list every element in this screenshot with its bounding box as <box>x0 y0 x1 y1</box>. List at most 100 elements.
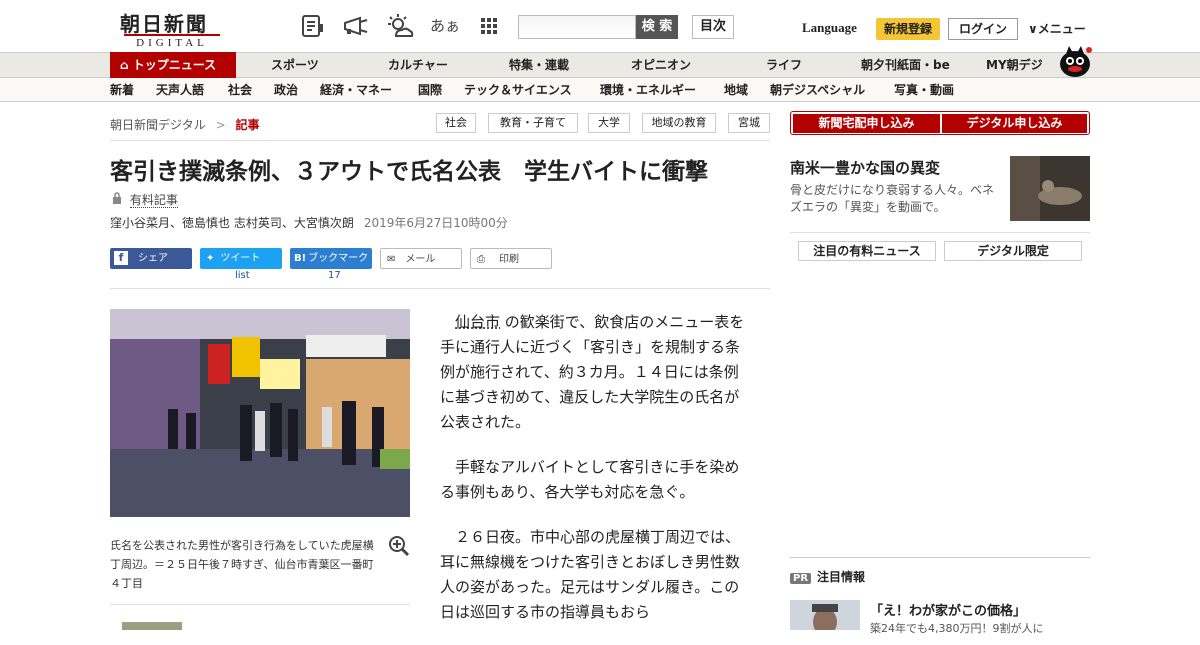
paragraph: 手軽なアルバイトとして客引きに手を染める事例もあり、各大学も対応を急ぐ。 <box>440 458 740 501</box>
sendai-link[interactable]: 仙台市 <box>455 313 500 331</box>
print-button[interactable]: ⎙ 印刷 <box>470 248 552 269</box>
share-label: シェア <box>138 253 168 264</box>
hatena-icon: B! <box>294 253 307 264</box>
pr-title[interactable]: 「え！わが家がこの価格」 <box>870 600 1026 619</box>
paragraph: ２６日夜。市中心部の虎屋横丁周辺では、耳に無線機をつけた客引きとおぼしき男性数人… <box>440 528 741 621</box>
divider <box>790 557 1090 558</box>
pr-badge: PR <box>790 573 812 584</box>
feature-thumbnail[interactable] <box>1010 156 1090 221</box>
nav-label: トップニュース <box>132 58 217 72</box>
feature-title[interactable]: 南米一豊かな国の異変 <box>790 157 940 178</box>
mail-label: メール <box>405 254 436 265</box>
article-body: 仙台市 の歓楽街で、飲食店のメニュー表を手に通行人に近づく「客引き」を規制する条… <box>440 310 750 645</box>
primary-nav: ⌂ トップニュース スポーツ カルチャー 特集・連載 オピニオン ライフ 朝夕刊… <box>0 52 1200 78</box>
pr-thumbnail[interactable] <box>790 600 860 636</box>
site-header: 朝日新聞 DIGITAL あぁ 検 索 目次 Language 新規登録 ログイ… <box>0 0 1200 52</box>
nav-tenseijingo[interactable]: 天声人語 <box>156 78 204 102</box>
toc-button[interactable]: 目次 <box>692 15 734 39</box>
print-icon: ⎙ <box>477 254 485 265</box>
pr-heading-label: 注目情報 <box>817 570 866 584</box>
digital-subscribe-button[interactable]: デジタル申し込み <box>942 114 1087 133</box>
mail-icon: ✉ <box>387 254 396 265</box>
nav-environment[interactable]: 環境・エネルギー <box>600 78 696 102</box>
feature-subtitle: 骨と皮だけになり衰弱する人々。ベネズエラの「異変」を動画で。 <box>790 183 995 214</box>
logo-text: 朝日新聞 <box>120 12 208 36</box>
byline: 窪小谷菜月、徳島慎也 志村英司、大宮慎次朗 2019年6月27日10時00分 <box>110 214 508 231</box>
nav-culture[interactable]: カルチャー <box>388 53 448 77</box>
authors: 窪小谷菜月、徳島慎也 志村英司、大宮慎次朗 <box>110 216 354 230</box>
home-icon: ⌂ <box>120 58 129 72</box>
nav-special[interactable]: 朝デジスペシャル <box>770 78 865 102</box>
facebook-icon: f <box>114 251 128 265</box>
chevron-down-icon: ∨ <box>1028 22 1038 36</box>
tag-education[interactable]: 教育・子育て <box>488 113 578 133</box>
language-link[interactable]: Language <box>802 20 857 36</box>
nav-newspaper[interactable]: 朝夕刊紙面・be <box>861 53 950 77</box>
grid-icon[interactable] <box>476 14 502 38</box>
breadcrumb-sep: > <box>215 118 226 132</box>
photo-caption: 氏名を公表された男性が客引き行為をしていた虎屋横丁周辺。＝２５日午後７時すぎ、仙… <box>110 539 374 590</box>
login-button[interactable]: ログイン <box>948 18 1018 40</box>
nav-new[interactable]: 新着 <box>110 78 134 102</box>
pr-heading: PR 注目情報 <box>790 568 865 585</box>
twitter-icon: ✦ <box>206 253 215 264</box>
tag-society[interactable]: 社会 <box>436 113 476 133</box>
tab-digital-only[interactable]: デジタル限定 <box>944 241 1082 261</box>
breadcrumb-current: 記事 <box>235 118 260 132</box>
tag-miyagi[interactable]: 宮城 <box>728 113 770 133</box>
secondary-nav: 新着 天声人語 社会 政治 経済・マネー 国際 テック＆サイエンス 環境・エネル… <box>0 78 1200 102</box>
font-size-icon[interactable]: あぁ <box>430 14 460 38</box>
mascot-icon[interactable] <box>1058 44 1092 78</box>
tab-paid-news[interactable]: 注目の有料ニュース <box>798 241 936 261</box>
nav-life[interactable]: ライフ <box>766 53 802 77</box>
mail-button[interactable]: ✉ メール <box>380 248 462 269</box>
tag-local-education[interactable]: 地域の教育 <box>642 113 716 133</box>
divider <box>110 288 770 289</box>
newspaper-icon[interactable] <box>300 14 326 38</box>
search-button[interactable]: 検 索 <box>636 15 678 39</box>
print-label: 印刷 <box>499 254 519 265</box>
nav-my-asahi[interactable]: MY朝デジ <box>986 53 1043 77</box>
weather-icon[interactable] <box>386 14 414 38</box>
nav-economy[interactable]: 経済・マネー <box>320 78 392 102</box>
menu-button[interactable]: ∨メニュー <box>1028 20 1086 37</box>
tweet-label: ツイート <box>220 253 261 264</box>
divider <box>790 232 1090 233</box>
publish-date: 2019年6月27日10時00分 <box>363 216 508 230</box>
search-input[interactable] <box>518 15 636 39</box>
paragraph: 仙台市 の歓楽街で、飲食店のメニュー表を手に通行人に近づく「客引き」を規制する条… <box>440 310 750 435</box>
article-title: 客引き撲滅条例、３アウトで氏名公表 学生バイトに衝撃 <box>110 159 708 185</box>
tweet-count[interactable]: list <box>235 270 250 281</box>
newspaper-subscribe-button[interactable]: 新聞宅配申し込み <box>793 114 940 133</box>
nav-international[interactable]: 国際 <box>418 78 442 102</box>
tag-university[interactable]: 大学 <box>588 113 630 133</box>
zoom-icon[interactable] <box>388 535 410 557</box>
bookmark-count[interactable]: 17 <box>328 270 341 281</box>
nav-society[interactable]: 社会 <box>228 78 252 102</box>
nav-features[interactable]: 特集・連載 <box>509 53 569 77</box>
lock-icon <box>112 192 122 207</box>
nav-politics[interactable]: 政治 <box>274 78 298 102</box>
nav-top-news[interactable]: ⌂ トップニュース <box>110 52 236 78</box>
subscribe-box: 新聞宅配申し込み デジタル申し込み <box>790 111 1090 135</box>
divider <box>110 604 410 605</box>
nav-sports[interactable]: スポーツ <box>271 53 319 77</box>
paid-badge: 有料記事 <box>112 191 178 208</box>
megaphone-icon[interactable] <box>342 14 368 38</box>
paid-label[interactable]: 有料記事 <box>129 193 178 208</box>
breadcrumb-home[interactable]: 朝日新聞デジタル <box>110 118 206 132</box>
related-thumbnail[interactable] <box>122 622 182 630</box>
tweet-button[interactable]: ✦ ツイート <box>200 248 282 269</box>
divider <box>110 140 770 141</box>
nav-opinion[interactable]: オピニオン <box>631 53 691 77</box>
asahi-logo[interactable]: 朝日新聞 DIGITAL <box>110 8 230 49</box>
article-photo[interactable] <box>110 309 410 517</box>
register-button[interactable]: 新規登録 <box>876 18 940 40</box>
hatena-bookmark-button[interactable]: B! ブックマーク <box>290 248 372 269</box>
nav-photo[interactable]: 写真・動画 <box>894 78 954 102</box>
breadcrumb: 朝日新聞デジタル > 記事 <box>110 116 260 133</box>
facebook-share-button[interactable]: f シェア <box>110 248 192 269</box>
menu-label: メニュー <box>1037 22 1086 36</box>
nav-tech[interactable]: テック＆サイエンス <box>464 78 572 102</box>
nav-regional[interactable]: 地域 <box>724 78 748 102</box>
